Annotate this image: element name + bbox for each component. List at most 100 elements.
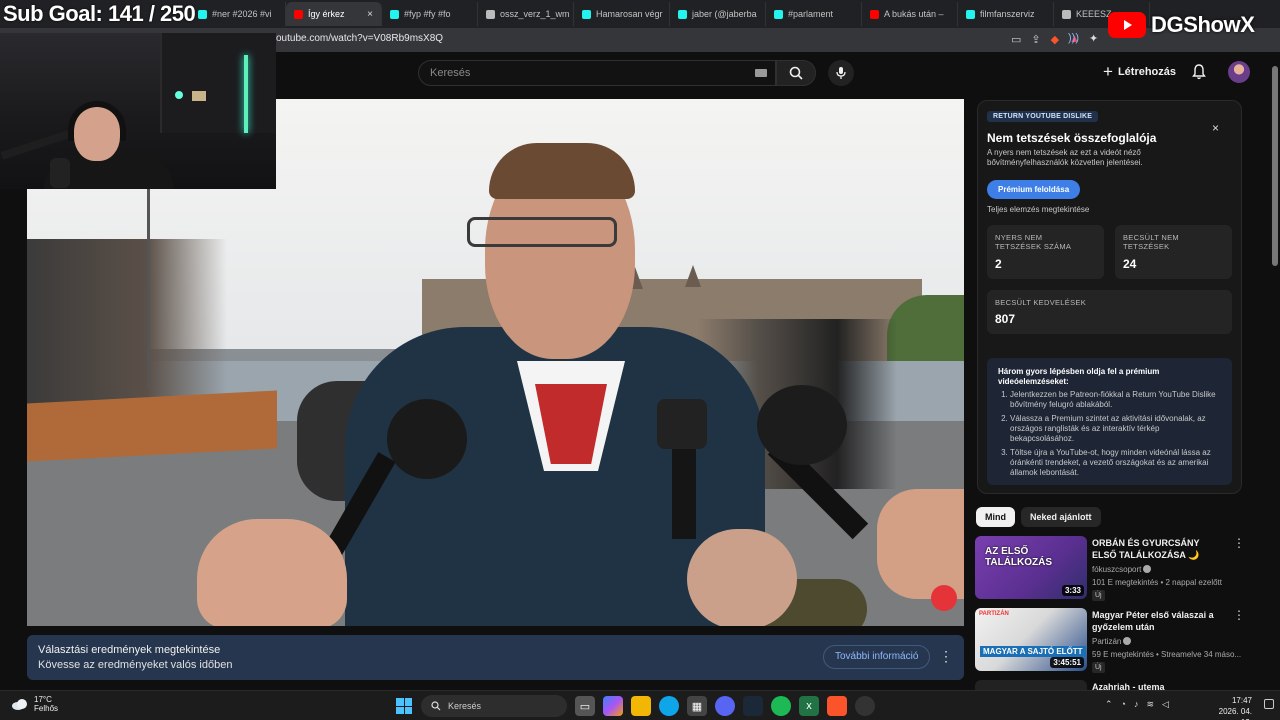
steam-icon[interactable] (743, 696, 763, 716)
mic-tray-icon[interactable]: ♪ (1134, 699, 1139, 710)
taskbar-apps: ▭ ▦ x (575, 696, 875, 716)
banner-menu-icon[interactable]: ⋮ (939, 649, 953, 663)
video-duration: 3:45:51 (1050, 657, 1084, 668)
video-hand (877, 489, 964, 599)
start-button[interactable] (396, 698, 412, 714)
video-thumbnail[interactable] (975, 680, 1087, 690)
ryd-panel: RETURN YOUTUBE DISLIKE × Nem tetszések ö… (977, 100, 1242, 494)
excel-icon[interactable]: x (799, 696, 819, 716)
search-button[interactable] (776, 60, 816, 86)
create-button[interactable]: + Létrehozás (1103, 63, 1176, 80)
browser-tab[interactable]: A bukás után – (862, 2, 958, 26)
more-actions-icon[interactable]: ⋮ (1233, 536, 1245, 550)
clock-date: 2026. 04. 13. (1218, 707, 1252, 720)
browser-tab[interactable]: #ner #2026 #vi (190, 2, 286, 26)
channel-name[interactable]: fókuszcsoport (1092, 565, 1152, 574)
video-thumbnail[interactable]: PARTIZÁN MAGYAR A SAJTÓ ELŐTT 3:45:51 (975, 608, 1087, 671)
full-analysis-link[interactable]: Teljes elemzés megtekintése (987, 205, 1089, 214)
task-view-icon[interactable]: ▭ (575, 696, 595, 716)
est-dislikes-value: 24 (1123, 257, 1137, 271)
wifi-icon[interactable]: ≋ (1146, 699, 1154, 710)
video-title[interactable]: Azahriah - utema (1092, 681, 1224, 690)
browser-tab[interactable]: #fyp #fy #fo (382, 2, 478, 26)
video-microphone (387, 399, 467, 479)
taskbar-search-label: Keresés (448, 701, 482, 711)
video-title[interactable]: ORBÁN ÉS GYURCSÁNY ELSŐ TALÁLKOZÁSA 🌙 (1092, 537, 1224, 561)
sub-goal-overlay: Sub Goal: 141 / 250 (3, 1, 196, 26)
tray-overflow-icon[interactable]: ⌃ (1105, 699, 1113, 710)
ryd-title: Nem tetszések összefoglalója (987, 131, 1157, 145)
chip-all[interactable]: Mind (976, 507, 1015, 527)
edge-icon[interactable] (659, 696, 679, 716)
search-icon (431, 701, 441, 711)
notification-icon[interactable] (1264, 699, 1274, 709)
page-scrollbar[interactable] (1272, 66, 1278, 266)
video-meta: 101 E megtekintés • 2 nappal ezelőtt (1092, 578, 1222, 587)
webcam-mic-arm (0, 130, 70, 160)
volume-icon[interactable]: ◁ (1162, 699, 1169, 710)
webcam-box (192, 91, 206, 101)
store-icon[interactable]: ▦ (687, 696, 707, 716)
taskbar-search[interactable]: Keresés (421, 695, 567, 717)
microphone-icon (836, 67, 846, 79)
search-input[interactable]: Keresés (430, 67, 470, 79)
tab-label: Így érkez (308, 9, 345, 19)
cast-icon[interactable]: ▭ (1011, 33, 1021, 46)
recommendation-item[interactable]: AZ ELSŐ TALÁLKOZÁS 3:33 ORBÁN ÉS GYURCSÁ… (975, 536, 1245, 602)
brand-name: DGShowX (1151, 12, 1255, 37)
recommendation-item[interactable]: Azahriah - utema (975, 680, 1240, 690)
browser-tab[interactable]: Így érkez × (286, 2, 382, 26)
channel-watermark-icon (931, 585, 957, 611)
promo-step: Jelentkezzen be Patreon-fiókkal a Return… (1010, 390, 1222, 410)
weather-widget[interactable]: 17°C Felhős (11, 695, 58, 713)
webcam-shelf (160, 33, 276, 133)
weather-temp: 17°C (34, 695, 52, 704)
ryd-premium-promo: Három gyors lépésben oldja fel a prémium… (987, 358, 1232, 485)
tab-label: #parlament (788, 9, 834, 19)
copilot-icon[interactable] (603, 696, 623, 716)
video-microphone (757, 385, 847, 465)
video-title[interactable]: Magyar Péter első válaszai a győzelem ut… (1092, 609, 1224, 633)
voice-search-button[interactable] (828, 60, 854, 86)
weather-desc: Felhős (34, 704, 59, 713)
verified-icon (1143, 565, 1152, 573)
network-icon[interactable]: ◔ (1121, 699, 1126, 710)
more-actions-icon[interactable]: ⋮ (1233, 608, 1245, 622)
brave-shield-icon[interactable]: ◆ (1051, 33, 1059, 46)
discord-icon[interactable] (715, 696, 735, 716)
tab-close-icon[interactable]: × (367, 9, 373, 20)
recommendation-item[interactable]: PARTIZÁN MAGYAR A SAJTÓ ELŐTT 3:45:51 Ma… (975, 608, 1245, 674)
browser-tab[interactable]: Hamarosan végr (574, 2, 670, 26)
account-avatar[interactable] (1228, 61, 1250, 83)
taskbar-clock[interactable]: 17:47 2026. 04. 13. (1206, 695, 1252, 720)
tab-favicon-icon (390, 9, 399, 19)
url-text[interactable]: outube.com/watch?v=V08Rb9msX8Q (276, 33, 443, 44)
channel-name[interactable]: Partizán (1092, 637, 1132, 646)
promo-steps: Jelentkezzen be Patreon-fiókkal a Return… (998, 390, 1222, 482)
more-info-button[interactable]: További információ (823, 645, 931, 669)
keyboard-icon[interactable] (755, 69, 767, 77)
brave-icon[interactable] (827, 696, 847, 716)
browser-tab[interactable]: ossz_verz_1_wm (478, 2, 574, 26)
spotify-icon[interactable] (771, 696, 791, 716)
chip-recommended[interactable]: Neked ajánlott (1021, 507, 1101, 527)
cloud-icon (12, 699, 27, 710)
file-explorer-icon[interactable] (631, 696, 651, 716)
browser-tab[interactable]: #parlament (766, 2, 862, 26)
browser-tab[interactable]: filmfanszerviz (958, 2, 1054, 26)
notifications-button[interactable] (1192, 64, 1206, 85)
obs-icon[interactable] (855, 696, 875, 716)
share-icon[interactable]: ⇪ (1031, 33, 1040, 46)
search-box[interactable]: Keresés (418, 60, 776, 86)
premium-unlock-button[interactable]: Prémium feloldása (987, 180, 1081, 199)
webcam-neon-light (244, 55, 248, 133)
audio-icon[interactable]: ))) (1068, 32, 1079, 45)
close-icon[interactable]: × (1212, 121, 1219, 135)
video-thumbnail[interactable]: AZ ELSŐ TALÁLKOZÁS 3:33 (975, 536, 1087, 599)
extensions-icon[interactable]: ✦ (1089, 32, 1098, 45)
browser-tab[interactable]: jaber (@jaberba (670, 2, 766, 26)
est-likes-value: 807 (995, 312, 1016, 326)
video-hand (197, 519, 347, 626)
election-info-banner: Választási eredmények megtekintése Köves… (27, 635, 964, 680)
est-likes-card: BECSÜLT KEDVELÉSEK 807 (987, 290, 1232, 334)
